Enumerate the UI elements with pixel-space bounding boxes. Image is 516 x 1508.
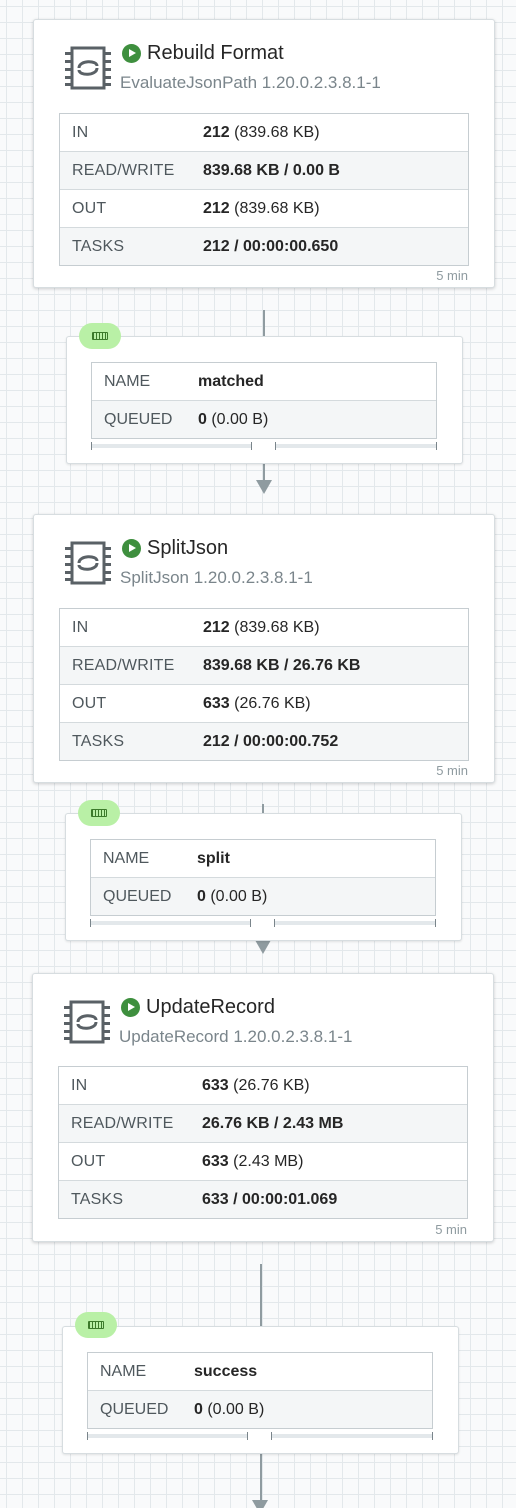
stat-value: 212 (839.68 KB) <box>203 199 320 217</box>
stat-value: 839.68 KB / 0.00 B <box>203 161 340 179</box>
connection-queued-row: QUEUED 0 (0.00 B) <box>92 401 436 438</box>
stat-label: OUT <box>71 1152 106 1170</box>
stat-row-in: IN 633 (26.76 KB) <box>59 1067 467 1105</box>
stat-label: OUT <box>72 199 107 217</box>
stat-row-tasks: TASKS 212 / 00:00:00.650 <box>60 228 468 265</box>
connection-label-success[interactable]: NAME success QUEUED 0 (0.00 B) <box>62 1326 459 1454</box>
stat-row-out: OUT 633 (2.43 MB) <box>59 1143 467 1181</box>
processor-stats: IN 212 (839.68 KB) READ/WRITE 839.68 KB … <box>59 608 469 761</box>
processor-name: SplitJson <box>147 537 229 559</box>
stat-value: 212 (839.68 KB) <box>203 123 320 141</box>
connection-table: NAME split QUEUED 0 (0.00 B) <box>90 839 436 916</box>
stat-value: 633 (26.76 KB) <box>202 1076 310 1094</box>
stat-label: READ/WRITE <box>71 1114 174 1132</box>
run-status-icon <box>122 44 141 63</box>
processor-type: SplitJson 1.20.0.2.3.8.1-1 <box>120 568 313 587</box>
processor-name: Rebuild Format <box>147 42 284 64</box>
connection-queued-value: 0 (0.00 B) <box>194 1400 265 1418</box>
stat-value: 212 / 00:00:00.752 <box>203 732 339 750</box>
stat-row-read-write: READ/WRITE 26.76 KB / 2.43 MB <box>59 1105 467 1143</box>
stat-row-in: IN 212 (839.68 KB) <box>60 114 468 152</box>
connection-label-split[interactable]: NAME split QUEUED 0 (0.00 B) <box>65 813 462 941</box>
connection-arrow <box>256 480 272 494</box>
stat-label: IN <box>72 123 89 141</box>
processor-type: EvaluateJsonPath 1.20.0.2.3.8.1-1 <box>120 73 381 92</box>
backpressure-indicator <box>87 1432 433 1440</box>
queue-icon <box>78 800 120 826</box>
stat-label: TASKS <box>72 732 125 750</box>
stat-row-tasks: TASKS 212 / 00:00:00.752 <box>60 723 468 760</box>
stat-row-out: OUT 633 (26.76 KB) <box>60 685 468 723</box>
stat-label: IN <box>71 1076 88 1094</box>
stat-row-in: IN 212 (839.68 KB) <box>60 609 468 647</box>
connection-arrow <box>255 940 271 954</box>
connection-arrow <box>252 1500 268 1508</box>
stat-label: TASKS <box>71 1190 124 1208</box>
stat-value: 633 (26.76 KB) <box>203 694 311 712</box>
stat-row-tasks: TASKS 633 / 00:00:01.069 <box>59 1181 467 1218</box>
stat-row-read-write: READ/WRITE 839.68 KB / 26.76 KB <box>60 647 468 685</box>
processor-updaterecord[interactable]: UpdateRecord UpdateRecord 1.20.0.2.3.8.1… <box>32 973 494 1242</box>
stat-row-out: OUT 212 (839.68 KB) <box>60 190 468 228</box>
connection-queued-label: QUEUED <box>104 410 173 428</box>
backpressure-indicator <box>91 442 437 450</box>
processor-icon <box>65 46 111 90</box>
connection-table: NAME success QUEUED 0 (0.00 B) <box>87 1352 433 1429</box>
stat-value: 26.76 KB / 2.43 MB <box>202 1114 344 1132</box>
connection-name-row: NAME split <box>91 840 435 878</box>
processor-stats: IN 212 (839.68 KB) READ/WRITE 839.68 KB … <box>59 113 469 266</box>
connection-name-label: NAME <box>103 849 150 867</box>
stat-value: 212 (839.68 KB) <box>203 618 320 636</box>
stat-label: READ/WRITE <box>72 161 175 179</box>
run-status-icon <box>121 998 140 1017</box>
connection-queued-value: 0 (0.00 B) <box>198 410 269 428</box>
queue-icon <box>79 323 121 349</box>
connection-name-row: NAME matched <box>92 363 436 401</box>
connection-queued-label: QUEUED <box>103 887 172 905</box>
processor-stats: IN 633 (26.76 KB) READ/WRITE 26.76 KB / … <box>58 1066 468 1219</box>
connection-name-label: NAME <box>104 372 151 390</box>
processor-splitjson[interactable]: SplitJson SplitJson 1.20.0.2.3.8.1-1 IN … <box>33 514 495 783</box>
connection-label-matched[interactable]: NAME matched QUEUED 0 (0.00 B) <box>66 336 463 464</box>
stat-label: OUT <box>72 694 107 712</box>
stat-value: 839.68 KB / 26.76 KB <box>203 656 361 674</box>
connection-queued-row: QUEUED 0 (0.00 B) <box>88 1391 432 1428</box>
connection-queued-label: QUEUED <box>100 1400 169 1418</box>
connection-name-label: NAME <box>100 1362 147 1380</box>
connection-queued-row: QUEUED 0 (0.00 B) <box>91 878 435 915</box>
stat-label: TASKS <box>72 237 125 255</box>
stats-time-window: 5 min <box>435 1222 467 1237</box>
stat-label: READ/WRITE <box>72 656 175 674</box>
connection-queued-value: 0 (0.00 B) <box>197 887 268 905</box>
processor-icon <box>65 541 111 585</box>
connection-name-row: NAME success <box>88 1353 432 1391</box>
processor-rebuild-format[interactable]: Rebuild Format EvaluateJsonPath 1.20.0.2… <box>33 19 495 288</box>
backpressure-indicator <box>90 919 436 927</box>
stats-time-window: 5 min <box>436 268 468 283</box>
stat-value: 633 / 00:00:01.069 <box>202 1190 338 1208</box>
stat-value: 633 (2.43 MB) <box>202 1152 304 1170</box>
stats-time-window: 5 min <box>436 763 468 778</box>
stat-value: 212 / 00:00:00.650 <box>203 237 339 255</box>
processor-name: UpdateRecord <box>146 996 275 1018</box>
queue-icon <box>75 1312 117 1338</box>
connection-table: NAME matched QUEUED 0 (0.00 B) <box>91 362 437 439</box>
flow-canvas[interactable]: Rebuild Format EvaluateJsonPath 1.20.0.2… <box>0 0 516 1508</box>
stat-row-read-write: READ/WRITE 839.68 KB / 0.00 B <box>60 152 468 190</box>
processor-icon <box>64 1000 110 1044</box>
stat-label: IN <box>72 618 89 636</box>
connection-name: matched <box>198 372 264 390</box>
run-status-icon <box>122 539 141 558</box>
connection-name: success <box>194 1362 258 1380</box>
processor-type: UpdateRecord 1.20.0.2.3.8.1-1 <box>119 1027 353 1046</box>
connection-name: split <box>197 849 230 867</box>
